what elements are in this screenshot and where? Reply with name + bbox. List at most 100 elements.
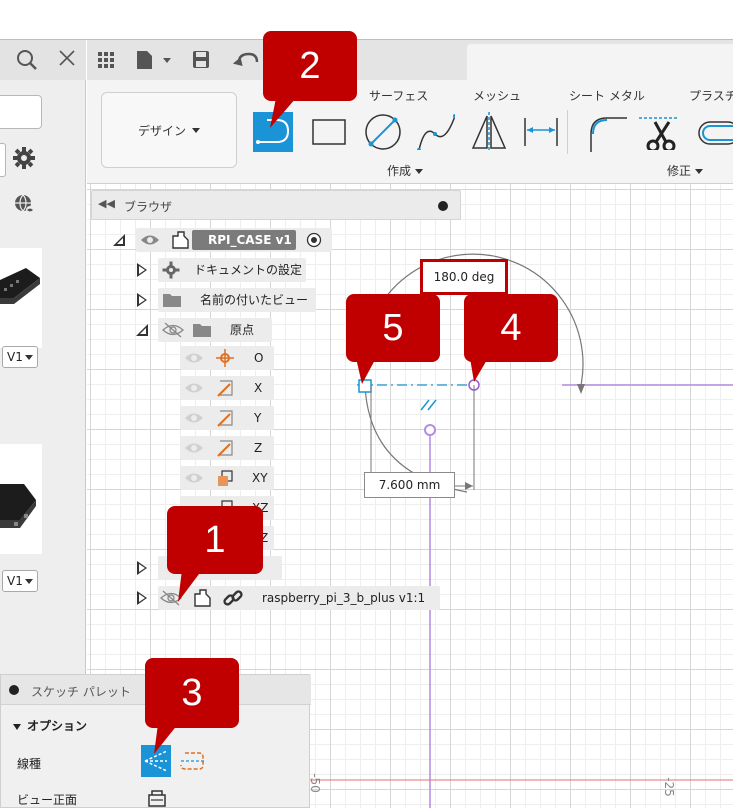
eye-icon[interactable] [184, 351, 204, 365]
browser-row-y-axis[interactable]: Y [180, 406, 280, 430]
collapsed-triangle-icon[interactable] [137, 591, 147, 605]
browser-row-x-axis[interactable]: X [180, 376, 280, 400]
design-thumbnail-1[interactable] [0, 248, 42, 348]
plane-icon [218, 470, 233, 486]
trim-icon[interactable] [639, 110, 679, 150]
browser-row-origin-point[interactable]: O [180, 346, 280, 370]
document-tab[interactable] [467, 44, 733, 80]
callout-5: 5 [346, 294, 440, 362]
callout-4-pointer [470, 358, 488, 382]
center-point [424, 424, 436, 436]
globe-icon[interactable] [13, 193, 35, 215]
version-select-1[interactable]: V1 [2, 346, 38, 368]
axis-icon [217, 440, 233, 457]
named-views-label: 名前の付いたビュー [200, 293, 309, 307]
link-icon [223, 590, 243, 606]
component-icon [172, 231, 189, 249]
z-axis-label: Z [254, 441, 263, 455]
y-axis-label: Y [254, 411, 262, 425]
callout-1-pointer [178, 570, 202, 602]
tab-plastic[interactable]: プラスチ [689, 87, 733, 104]
browser-row-z-axis[interactable]: Z [180, 436, 280, 460]
callout-5-pointer [356, 358, 376, 384]
spline-icon[interactable] [415, 110, 455, 150]
expanded-triangle-icon[interactable] [113, 234, 125, 246]
gear-icon[interactable] [12, 146, 36, 170]
eye-icon[interactable] [140, 233, 160, 247]
eye-icon[interactable] [184, 381, 204, 395]
collapse-icon[interactable]: ◀◀ [98, 197, 115, 210]
dimension-icon[interactable] [521, 112, 561, 152]
collapsed-triangle-icon[interactable] [137, 561, 147, 575]
data-panel-filter[interactable] [0, 143, 6, 177]
collapsed-triangle-icon[interactable] [137, 263, 147, 277]
xy-plane-label: XY [252, 471, 268, 485]
undo-icon[interactable] [232, 52, 259, 70]
data-panel-search-field[interactable] [0, 95, 42, 129]
minimize-icon[interactable] [438, 201, 448, 211]
axis-icon [217, 410, 233, 427]
tab-mesh[interactable]: メッシュ [473, 87, 521, 104]
browser-row-named-views[interactable]: 名前の付いたビュー [134, 288, 318, 312]
linetype-label: 線種 [17, 757, 42, 771]
toolbar-ribbon: デザイン サーフェス メッシュ シート メタル プラスチ 作成 修正 [87, 80, 733, 184]
callout-4: 4 [464, 294, 558, 362]
eye-hidden-icon[interactable] [162, 322, 184, 338]
eye-icon[interactable] [184, 471, 204, 485]
tab-sheet-metal[interactable]: シート メタル [569, 87, 645, 104]
callout-2-pointer [270, 98, 296, 128]
look-at-icon[interactable] [147, 787, 167, 807]
design-thumbnail-2[interactable] [0, 444, 42, 554]
create-group-menu[interactable]: 作成 [387, 162, 424, 179]
root-name: RPI_CASE v1 [208, 233, 292, 247]
callout-3: 3 [145, 658, 239, 728]
browser-header[interactable]: ◀◀ ブラウザ [91, 190, 461, 220]
file-icon[interactable] [137, 51, 171, 69]
ruler-label-2: -25 [661, 777, 676, 797]
close-icon [59, 50, 75, 66]
workspace-switcher[interactable]: デザイン [101, 92, 237, 168]
circle-icon[interactable] [361, 110, 401, 150]
rectangle-icon[interactable] [309, 112, 349, 152]
offset-icon[interactable] [693, 114, 733, 154]
options-section-toggle[interactable]: オプション [13, 717, 87, 734]
grid-menu-icon[interactable] [98, 52, 114, 68]
callout-1: 1 [167, 506, 263, 574]
save-icon[interactable] [193, 51, 209, 68]
search-icon[interactable] [0, 40, 86, 80]
folder-icon [193, 324, 211, 337]
browser-row-xy-plane[interactable]: XY [180, 466, 280, 490]
gear-icon [162, 261, 180, 279]
application-bar [87, 40, 733, 80]
look-at-label: ビュー正面 [17, 793, 78, 807]
origin-point-icon [216, 349, 234, 367]
browser-root-row[interactable]: RPI_CASE v1 [110, 228, 340, 252]
ribbon-divider [567, 110, 568, 154]
collapsed-triangle-icon[interactable] [137, 293, 147, 307]
origin-point-label: O [254, 351, 264, 365]
callout-2: 2 [263, 31, 357, 101]
activate-radio-icon[interactable] [306, 232, 322, 248]
data-panel-toolbar [0, 40, 86, 80]
eye-icon[interactable] [184, 441, 204, 455]
sketch-palette-title: スケッチ パレット [31, 685, 131, 699]
doc-settings-label: ドキュメントの設定 [194, 263, 303, 277]
window-top-strip [0, 0, 733, 40]
expanded-triangle-icon[interactable] [136, 324, 148, 336]
angle-dimension-input[interactable]: 180.0 deg [420, 259, 508, 295]
minimize-icon[interactable] [9, 685, 19, 695]
fillet-icon[interactable] [587, 112, 627, 152]
browser-row-doc-settings[interactable]: ドキュメントの設定 [134, 258, 308, 282]
axis-icon [217, 380, 233, 397]
version-select-2[interactable]: V1 [2, 570, 38, 592]
browser-row-origin[interactable]: 原点 [134, 318, 274, 342]
mirror-icon[interactable] [469, 112, 509, 152]
tab-surface[interactable]: サーフェス [369, 87, 428, 104]
length-dimension-input[interactable]: 7.600 mm [364, 472, 455, 498]
origin-label: 原点 [230, 323, 255, 337]
component-label: raspberry_pi_3_b_plus v1:1 [262, 591, 426, 605]
x-axis-label: X [254, 381, 263, 395]
eye-icon[interactable] [184, 411, 204, 425]
modify-group-menu[interactable]: 修正 [667, 162, 704, 179]
folder-icon [163, 294, 181, 307]
